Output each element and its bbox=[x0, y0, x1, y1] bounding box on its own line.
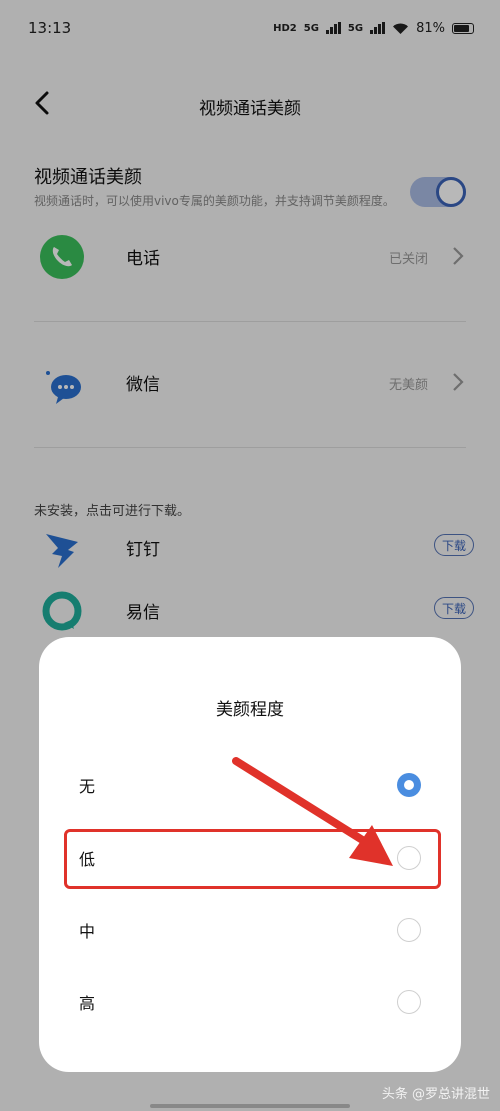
option-label: 无 bbox=[79, 777, 96, 796]
option-high[interactable]: 高 bbox=[39, 974, 461, 1030]
radio-icon[interactable] bbox=[397, 918, 421, 942]
option-label: 高 bbox=[79, 994, 96, 1013]
annotation-highlight-box bbox=[64, 829, 441, 889]
home-indicator[interactable] bbox=[150, 1104, 350, 1108]
option-medium[interactable]: 中 bbox=[39, 902, 461, 958]
watermark: 头条 @罗总讲混世 bbox=[381, 1087, 490, 1102]
option-label: 中 bbox=[79, 922, 96, 941]
dialog-title: 美颜程度 bbox=[216, 700, 284, 720]
option-none[interactable]: 无 bbox=[39, 757, 461, 813]
radio-selected-icon[interactable] bbox=[397, 773, 421, 797]
radio-icon[interactable] bbox=[397, 990, 421, 1014]
